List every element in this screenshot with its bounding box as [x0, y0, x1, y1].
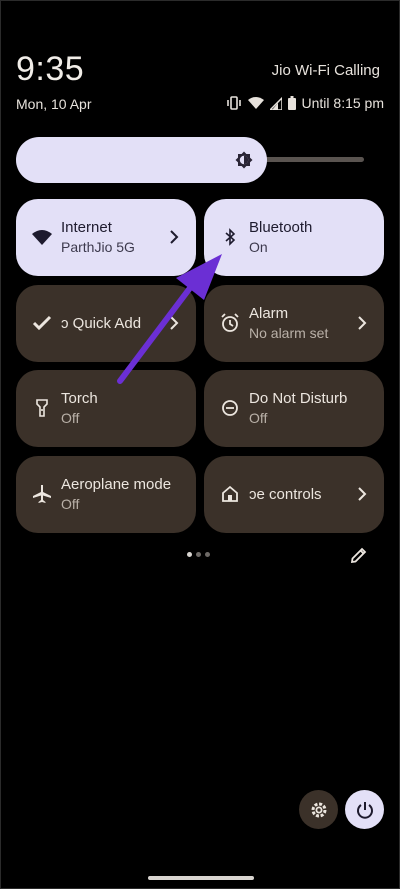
tile-title: Torch — [61, 390, 98, 407]
tile-do-not-disturb[interactable]: Do Not Disturb Off — [204, 370, 384, 447]
chevron-right-icon — [358, 316, 367, 330]
tile-subtitle: No alarm set — [249, 325, 329, 341]
clock: 9:35 — [16, 50, 85, 88]
page-indicator — [187, 552, 210, 557]
battery-text: Until 8:15 pm — [301, 95, 384, 111]
tile-quick-add[interactable]: ɔ Quick Add — [16, 285, 196, 362]
battery-icon — [287, 96, 296, 110]
tile-title: ɔ Quick Add — [61, 315, 142, 332]
tile-torch[interactable]: Torch Off — [16, 370, 196, 447]
brightness-slider[interactable] — [16, 137, 364, 183]
page-dot — [187, 552, 192, 557]
brightness-icon — [235, 151, 253, 169]
date: Mon, 10 Apr — [16, 96, 92, 112]
power-icon — [356, 801, 373, 819]
tile-subtitle: Off — [61, 410, 80, 426]
torch-icon — [32, 398, 52, 418]
status-icons: Until 8:15 pm — [226, 95, 384, 111]
dnd-icon — [220, 398, 240, 418]
power-button[interactable] — [345, 790, 384, 829]
tile-title: Do Not Disturb — [249, 390, 348, 407]
tile-internet[interactable]: Internet ParthJio 5G — [16, 199, 196, 276]
chevron-right-icon — [170, 316, 179, 330]
alarm-icon — [220, 313, 240, 333]
tile-aeroplane-mode[interactable]: Aeroplane mode Off — [16, 456, 196, 533]
tile-bluetooth[interactable]: Bluetooth On — [204, 199, 384, 276]
tile-title: Internet — [61, 219, 112, 236]
tile-subtitle: Off — [249, 410, 268, 426]
tile-title: Aeroplane mode — [61, 476, 172, 493]
bluetooth-icon — [220, 227, 240, 247]
page-dot — [196, 552, 201, 557]
tile-title: Bluetooth — [249, 219, 313, 236]
tile-home-controls[interactable]: ɔe controls — [204, 456, 384, 533]
tile-alarm[interactable]: Alarm No alarm set — [204, 285, 384, 362]
chevron-right-icon — [358, 487, 367, 501]
vibrate-icon — [226, 96, 242, 110]
home-indicator[interactable] — [148, 876, 254, 880]
settings-button[interactable] — [299, 790, 338, 829]
tile-title: Alarm — [249, 305, 289, 322]
tile-title: ɔe controls — [249, 486, 322, 503]
brightness-track[interactable] — [262, 157, 364, 162]
gear-icon — [311, 802, 326, 817]
signal-icon — [269, 96, 282, 110]
check-icon — [32, 313, 52, 333]
carrier-label: Jio Wi-Fi Calling — [271, 62, 380, 79]
home-icon — [220, 484, 240, 504]
tile-subtitle: Off — [61, 496, 80, 512]
wifi-icon — [32, 227, 52, 247]
wifi-icon — [247, 96, 264, 110]
brightness-fill[interactable] — [16, 137, 267, 183]
tile-subtitle: On — [249, 239, 268, 255]
page-dot — [205, 552, 210, 557]
airplane-icon — [32, 484, 52, 504]
chevron-right-icon — [170, 230, 179, 244]
tile-subtitle: ParthJio 5G — [61, 239, 135, 255]
pencil-icon[interactable] — [350, 546, 368, 564]
